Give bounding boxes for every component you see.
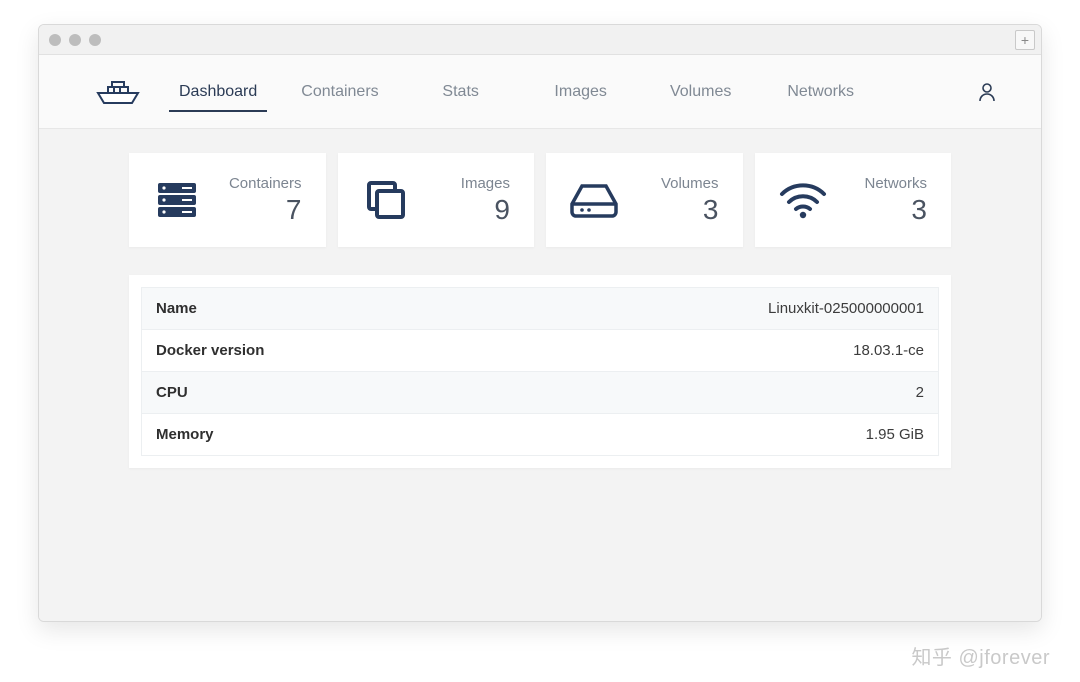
card-volumes-value: 3 [624,194,719,226]
watermark-text: 知乎 @jforever [911,641,1050,670]
info-row-name: Name Linuxkit-025000000001 [141,287,939,330]
info-key: Name [156,300,197,317]
info-row-memory: Memory 1.95 GiB [141,414,939,456]
info-row-cpu: CPU 2 [141,372,939,414]
networks-icon [773,178,833,222]
card-networks[interactable]: Networks 3 [755,153,952,247]
window-minimize-button[interactable] [69,34,81,46]
info-value: Linuxkit-025000000001 [768,300,924,317]
window-titlebar: + [39,25,1041,55]
app-logo-icon[interactable] [89,77,147,107]
card-images-label: Images [416,175,511,192]
card-containers-label: Containers [207,175,302,192]
card-images[interactable]: Images 9 [338,153,535,247]
window-zoom-button[interactable] [89,34,101,46]
system-info-panel: Name Linuxkit-025000000001 Docker versio… [129,275,951,468]
nav-networks[interactable]: Networks [761,55,881,128]
top-nav: Dashboard Containers Stats Images Volume… [39,55,1041,129]
card-images-value: 9 [416,194,511,226]
info-value: 1.95 GiB [866,426,924,443]
nav-containers[interactable]: Containers [279,55,400,128]
nav-images[interactable]: Images [521,55,641,128]
card-containers-value: 7 [207,194,302,226]
info-key: Memory [156,426,214,443]
info-key: Docker version [156,342,264,359]
images-icon [356,175,416,225]
volumes-icon [564,178,624,222]
nav-volumes[interactable]: Volumes [641,55,761,128]
user-menu-button[interactable] [973,78,1001,106]
new-tab-button[interactable]: + [1015,30,1035,50]
containers-icon [147,175,207,225]
card-networks-label: Networks [833,175,928,192]
info-row-docker-version: Docker version 18.03.1-ce [141,330,939,372]
dashboard-content: Containers 7 Images 9 [39,129,1041,621]
info-key: CPU [156,384,188,401]
info-value: 2 [916,384,924,401]
window-close-button[interactable] [49,34,61,46]
stat-cards-row: Containers 7 Images 9 [129,153,951,247]
info-value: 18.03.1-ce [853,342,924,359]
card-volumes-label: Volumes [624,175,719,192]
browser-window: + Dashboard Containers Stats Images Volu… [38,24,1042,622]
card-containers[interactable]: Containers 7 [129,153,326,247]
nav-dashboard[interactable]: Dashboard [157,55,279,128]
nav-links: Dashboard Containers Stats Images Volume… [157,55,973,128]
nav-stats[interactable]: Stats [401,55,521,128]
card-networks-value: 3 [833,194,928,226]
card-volumes[interactable]: Volumes 3 [546,153,743,247]
